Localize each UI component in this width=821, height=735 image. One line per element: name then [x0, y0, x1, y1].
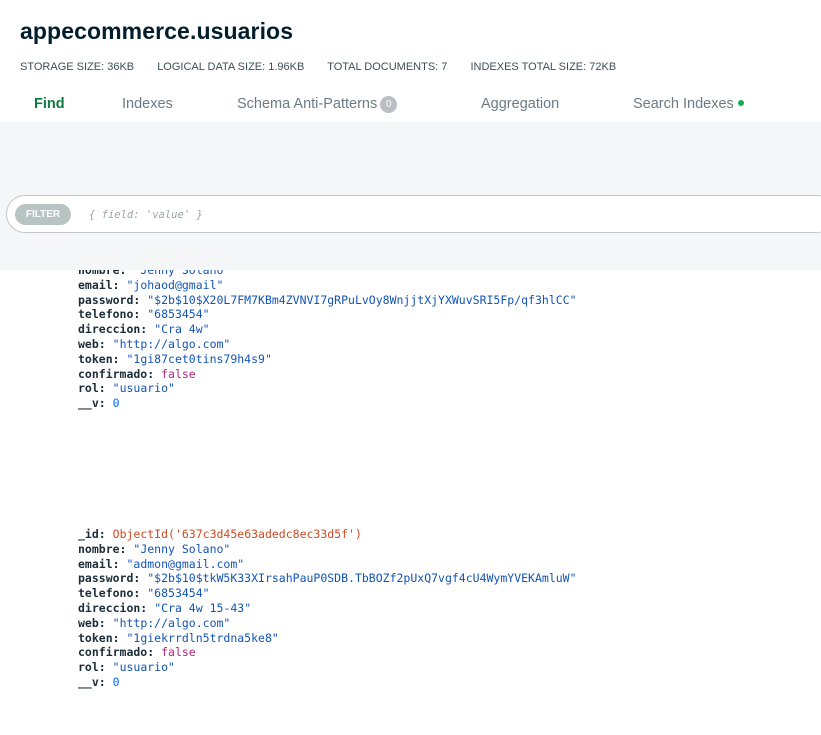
document-field: email: "admon@gmail.com" — [78, 557, 577, 572]
field-value: "$2b$10$X20L7FM7KBm4ZVNVI7gRPuLvOy8Wnjjt… — [147, 292, 577, 307]
field-value: 0 — [112, 674, 120, 689]
field-key: rol: — [78, 381, 106, 396]
field-key: _id: — [78, 527, 106, 541]
field-value: ObjectId('637c3d45e63adedc8ec33d5f') — [112, 527, 362, 541]
indexes-total-size-stat: INDEXES TOTAL SIZE: 72KB — [470, 61, 617, 73]
document-field: rol: "usuario" — [78, 381, 577, 396]
tab-search-indexes-label: Search Indexes — [633, 96, 734, 112]
document-field: confirmado: false — [78, 645, 577, 660]
field-value: "usuario" — [112, 381, 175, 396]
field-key: password: — [78, 292, 141, 307]
field-key: telefono: — [78, 586, 141, 601]
field-key: direccion: — [78, 322, 148, 337]
tab-schema-anti-patterns-label: Schema Anti-Patterns — [237, 96, 378, 112]
field-value: "http://algo.com" — [112, 615, 231, 630]
field-value: "Jenny Solano" — [133, 541, 231, 556]
field-key: token: — [78, 630, 120, 645]
collection-tabs: Find Indexes Schema Anti-Patterns 0 Aggre… — [0, 96, 821, 116]
document-card: nombre: "Jenny Solano" email: "johaod@gma… — [78, 270, 577, 411]
document-field: web: "http://algo.com" — [78, 337, 577, 352]
field-key: telefono: — [78, 307, 141, 322]
field-value: "1giekrrdln5trdna5ke8" — [126, 630, 279, 645]
field-key: web: — [78, 336, 106, 351]
document-field: confirmado: false — [78, 367, 577, 382]
field-value: "Jenny Solano" — [133, 270, 231, 277]
field-key: confirmado: — [78, 366, 155, 381]
field-key: email: — [78, 556, 120, 571]
field-value: "6853454" — [147, 307, 210, 322]
document-field: email: "johaod@gmail" — [78, 278, 577, 293]
document-field: password: "$2b$10$X20L7FM7KBm4ZVNVI7gRPu… — [78, 293, 577, 308]
documents-list: nombre: "Jenny Solano" email: "johaod@gma… — [0, 270, 821, 735]
tab-find[interactable]: Find — [34, 96, 65, 112]
document-field: nombre: "Jenny Solano" — [78, 270, 577, 278]
document-field: __v: 0 — [78, 396, 577, 411]
field-key: rol: — [78, 660, 106, 675]
field-value: false — [161, 645, 196, 660]
collection-title: appecommerce.usuarios — [20, 18, 294, 44]
total-documents-stat: TOTAL DOCUMENTS: 7 — [327, 61, 448, 73]
document-field: nombre: "Jenny Solano" — [78, 542, 577, 557]
document-field: password: "$2b$10$tkW5K33XIrsahPauP0SDB.… — [78, 571, 577, 586]
filter-bar: FILTER — [6, 195, 821, 233]
field-key: email: — [78, 277, 120, 292]
collection-stats: STORAGE SIZE: 36KB LOGICAL DATA SIZE: 1.… — [20, 61, 636, 73]
field-value: "6853454" — [147, 586, 210, 601]
field-value: false — [161, 366, 196, 381]
schema-anti-patterns-count-badge: 0 — [380, 96, 398, 113]
status-dot-icon — [737, 100, 744, 106]
tab-schema-anti-patterns[interactable]: Schema Anti-Patterns 0 — [237, 96, 398, 113]
field-key: __v: — [78, 674, 106, 689]
logical-data-size-stat: LOGICAL DATA SIZE: 1.96KB — [157, 61, 305, 73]
tab-search-indexes[interactable]: Search Indexes — [633, 96, 744, 112]
field-key: direccion: — [78, 600, 148, 615]
document-card: _id: ObjectId('637c3d45e63adedc8ec33d5f'… — [78, 527, 577, 690]
field-value: "http://algo.com" — [112, 336, 231, 351]
filter-input[interactable] — [89, 206, 689, 224]
field-key: __v: — [78, 396, 106, 411]
field-key: nombre: — [78, 541, 127, 556]
tab-aggregation-label: Aggregation — [481, 96, 560, 112]
document-field: telefono: "6853454" — [78, 307, 577, 322]
field-value: "usuario" — [112, 660, 175, 675]
field-value: "Cra 4w" — [154, 322, 210, 337]
field-value: "1gi87cet0tins79h4s9" — [126, 351, 272, 366]
document-field: token: "1gi87cet0tins79h4s9" — [78, 352, 577, 367]
document-field: rol: "usuario" — [78, 660, 577, 675]
tab-find-label: Find — [34, 96, 65, 112]
field-key: nombre: — [78, 270, 127, 277]
tab-aggregation[interactable]: Aggregation — [481, 96, 559, 112]
document-field: direccion: "Cra 4w 15-43" — [78, 601, 577, 616]
document-field: _id: ObjectId('637c3d45e63adedc8ec33d5f'… — [78, 527, 577, 542]
field-value: "admon@gmail.com" — [126, 556, 245, 571]
document-field: telefono: "6853454" — [78, 586, 577, 601]
field-value: "johaod@gmail" — [126, 277, 224, 292]
document-field: web: "http://algo.com" — [78, 616, 577, 631]
storage-size-stat: STORAGE SIZE: 36KB — [20, 61, 135, 73]
filter-label: FILTER — [15, 204, 71, 225]
document-field: __v: 0 — [78, 675, 577, 690]
field-value: "Cra 4w 15-43" — [154, 600, 252, 615]
document-field: direccion: "Cra 4w" — [78, 322, 577, 337]
tab-indexes-label: Indexes — [122, 96, 173, 112]
field-key: password: — [78, 571, 141, 586]
document-field: token: "1giekrrdln5trdna5ke8" — [78, 631, 577, 646]
field-value: 0 — [112, 396, 120, 411]
field-key: web: — [78, 615, 106, 630]
field-key: confirmado: — [78, 645, 155, 660]
field-value: "$2b$10$tkW5K33XIrsahPauP0SDB.TbBOZf2pUx… — [147, 571, 577, 586]
tab-indexes[interactable]: Indexes — [122, 96, 173, 112]
field-key: token: — [78, 351, 120, 366]
